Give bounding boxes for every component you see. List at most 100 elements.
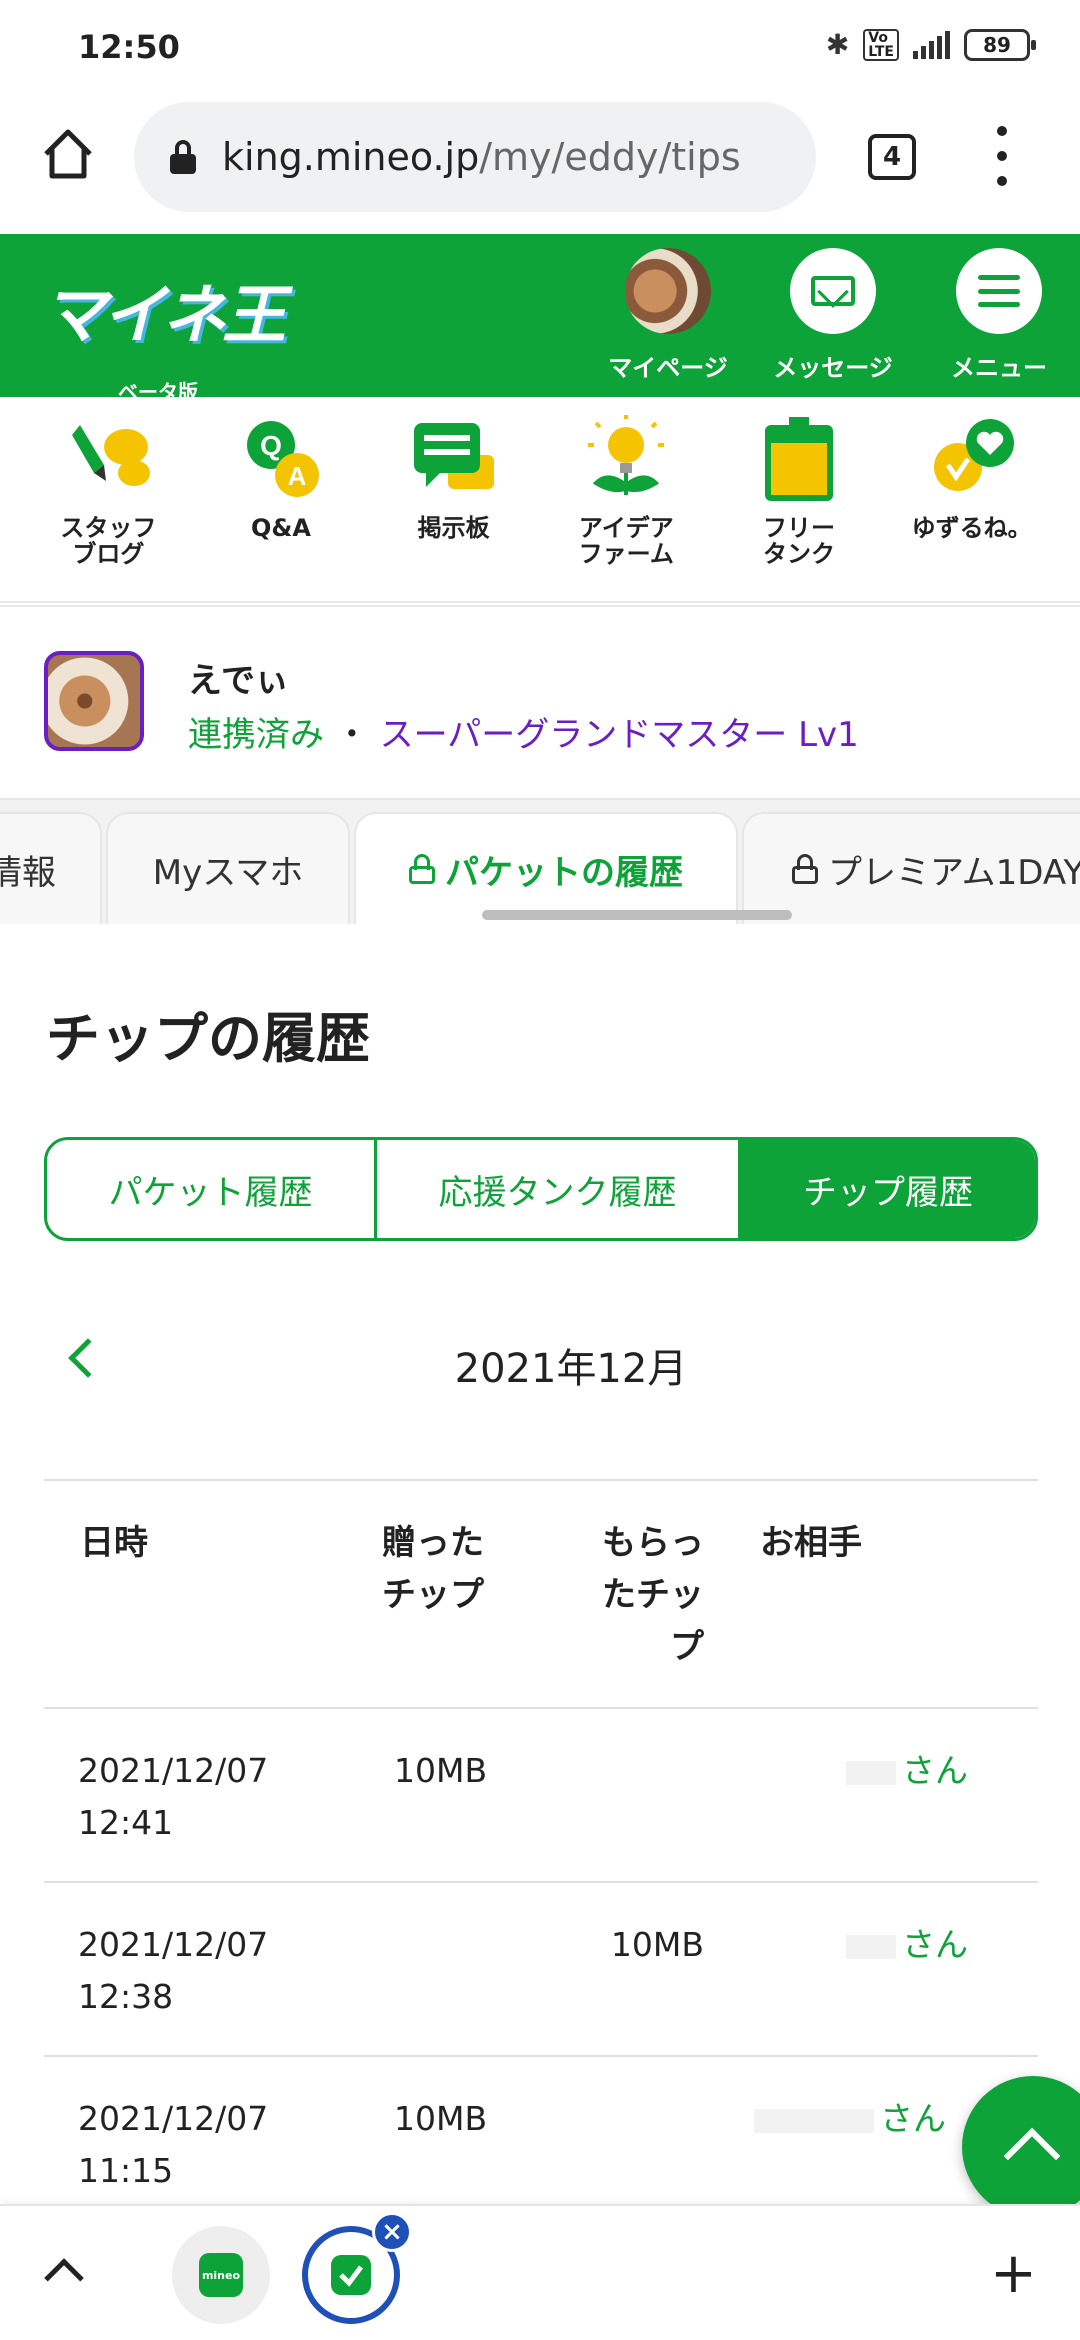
board-icon	[413, 423, 494, 489]
bottom-tab-bar: mineo × +	[0, 2204, 1080, 2340]
battery-icon: 89	[964, 28, 1036, 61]
redacted-name	[846, 1760, 896, 1785]
header-partner: お相手	[760, 1523, 862, 1563]
envelope-icon	[790, 248, 876, 334]
lightbulb-icon	[588, 415, 665, 495]
lock-icon	[792, 854, 818, 884]
svg-text:A: A	[288, 461, 307, 491]
tips-table: 日時 贈った チップ もらっ たチップ お相手 2021/12/07 12:41…	[44, 1479, 1038, 2231]
more-menu-icon[interactable]	[994, 126, 1010, 186]
chevron-up-icon[interactable]	[44, 2258, 84, 2298]
site-logo[interactable]: マイネ王 ベータ版	[42, 264, 286, 404]
status-bar: 12:50 ✱ Vo LTE 89	[0, 0, 1080, 96]
row-sent: 10MB	[394, 1751, 488, 1790]
nav-label: アイデア ファーム	[578, 514, 674, 568]
nav-label: 掲示板	[417, 514, 490, 542]
plus-icon[interactable]: +	[990, 2246, 1037, 2302]
hamburger-icon	[956, 248, 1042, 334]
tab-label: Myスマホ	[152, 852, 304, 893]
mineo-app-tab[interactable]: mineo	[172, 2226, 270, 2324]
mineo-app-icon: mineo	[199, 2253, 243, 2297]
lock-icon	[409, 854, 435, 884]
status-time: 12:50	[78, 28, 180, 66]
battery-level: 89	[983, 32, 1011, 57]
url-text: king.mineo.jp/my/eddy/tips	[222, 135, 741, 179]
mypage-label: マイページ	[608, 354, 728, 382]
current-month: 2021年12月	[454, 1346, 688, 1392]
month-navigator: 2021年12月	[44, 1324, 1038, 1404]
segment-packet-history[interactable]: パケット履歴	[47, 1140, 377, 1238]
nav-item-idea-farm[interactable]: アイデア ファーム	[546, 415, 706, 601]
tab-info[interactable]: 情報	[0, 812, 102, 924]
partner-suffix: さん	[880, 2099, 946, 2138]
url-host: king.mineo.jp	[222, 135, 480, 179]
menu-button[interactable]: メニュー	[934, 248, 1064, 383]
current-app-tab[interactable]: ×	[302, 2212, 412, 2324]
url-path: /my/eddy/tips	[479, 135, 741, 179]
tab-scrollbar[interactable]	[482, 910, 792, 920]
user-rank-link[interactable]: スーパーグランドマスター Lv1	[380, 715, 859, 755]
tab-label: 情報	[0, 852, 56, 893]
address-bar[interactable]: king.mineo.jp/my/eddy/tips	[134, 102, 816, 212]
table-row: 2021/12/07 12:38 10MB さん	[44, 1883, 1038, 2057]
yuzurune-icon	[933, 419, 1014, 491]
header-sent-tip: 贈った チップ	[382, 1523, 484, 1615]
row-date: 2021/12/07 12:38	[78, 1925, 269, 2016]
logo-mark: マイネ王	[42, 279, 286, 353]
nav-item-board[interactable]: 掲示板	[374, 415, 534, 601]
nav-label: Q&A	[251, 514, 311, 542]
table-row: 2021/12/07 12:41 10MB さん	[44, 1709, 1038, 1883]
row-date: 2021/12/07 11:15	[78, 2099, 269, 2190]
row-partner-link[interactable]: さん	[846, 1745, 968, 1797]
mypage-button[interactable]: マイページ	[603, 248, 733, 383]
profile-avatar[interactable]	[44, 651, 144, 751]
home-icon[interactable]	[40, 126, 96, 182]
svg-text:Q: Q	[260, 430, 282, 461]
linked-status: 連携済み	[188, 715, 324, 755]
segment-support-tank-history[interactable]: 応援タンク履歴	[377, 1140, 741, 1238]
partner-suffix: さん	[902, 1925, 968, 1964]
header-received-tip: もらっ たチップ	[602, 1523, 704, 1667]
site-header: マイネ王 ベータ版 マイページ メッセージ メニュー	[0, 234, 1080, 404]
message-button[interactable]: メッセージ	[768, 248, 898, 383]
nav-item-staff-blog[interactable]: スタッフ ブログ	[28, 415, 188, 601]
row-partner-link[interactable]: さん	[754, 2093, 946, 2145]
partner-suffix: さん	[902, 1751, 968, 1790]
tips-history-panel: チップの履歴 パケット履歴 応援タンク履歴 チップ履歴 2021年12月 日時 …	[0, 924, 1080, 2231]
tab-label: パケットの履歴	[445, 852, 683, 893]
tab-count: 4	[882, 142, 902, 172]
user-profile: えでぃ 連携済み ・ スーパーグランドマスター Lv1	[0, 605, 1080, 800]
close-icon[interactable]: ×	[372, 2212, 412, 2252]
redacted-name	[846, 1934, 896, 1959]
page-title: チップの履歴	[46, 1007, 370, 1070]
app-tab-icon	[331, 2255, 371, 2295]
row-sent: 10MB	[394, 2099, 488, 2138]
segment-tip-history[interactable]: チップ履歴	[741, 1140, 1035, 1238]
tab-packet-history[interactable]: パケットの履歴	[354, 812, 738, 924]
profile-name: えでぃ	[188, 661, 289, 701]
header-date: 日時	[80, 1523, 148, 1563]
tab-premium-1day[interactable]: プレミアム1DAY	[742, 812, 1080, 924]
qa-icon: Q A	[246, 421, 319, 497]
row-date: 2021/12/07 12:41	[78, 1751, 269, 1842]
tab-switcher-button[interactable]: 4	[868, 134, 916, 180]
lock-icon	[170, 140, 196, 174]
avatar	[625, 248, 711, 334]
nav-label: ゆずるね。	[911, 514, 1032, 542]
nav-item-free-tank[interactable]: フリー タンク	[719, 415, 879, 601]
tank-icon	[764, 417, 833, 501]
nav-label: スタッフ ブログ	[60, 514, 157, 568]
nav-item-qa[interactable]: Q A Q&A	[201, 415, 361, 601]
status-separator: ・	[334, 715, 369, 755]
browser-toolbar: king.mineo.jp/my/eddy/tips 4	[0, 96, 1080, 234]
chevron-up-icon	[1003, 2127, 1061, 2185]
nav-item-yuzurune[interactable]: ゆずるね。	[892, 415, 1052, 601]
nav-label: フリー タンク	[762, 514, 835, 568]
redacted-name	[754, 2108, 874, 2133]
table-header: 日時 贈った チップ もらっ たチップ お相手	[44, 1479, 1038, 1709]
menu-label: メニュー	[951, 354, 1047, 382]
tab-my-smartphone[interactable]: Myスマホ	[106, 812, 350, 924]
volte-icon: Vo LTE	[863, 28, 899, 61]
row-partner-link[interactable]: さん	[846, 1919, 968, 1971]
profile-status: 連携済み ・ スーパーグランドマスター Lv1	[188, 707, 859, 756]
